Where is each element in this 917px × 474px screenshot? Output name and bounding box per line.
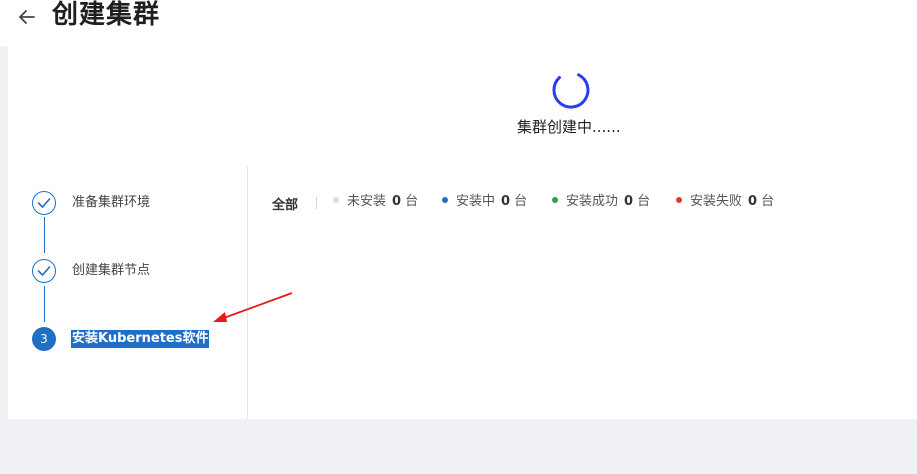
filter-count: 0 xyxy=(624,194,634,209)
install-status-filter-bar: 全部 未安装 0 台 安装中 0 台 安装成功 0 台 安装失败 0 台 xyxy=(272,192,892,214)
step-label: 安装Kubernetes软件 xyxy=(71,330,210,348)
filter-count: 0 xyxy=(501,194,511,209)
filter-label: 未安装 xyxy=(347,194,387,209)
arrow-left-icon xyxy=(19,10,35,24)
status-dot xyxy=(333,197,339,203)
filter-all[interactable]: 全部 xyxy=(272,194,298,213)
step-label: 创建集群节点 xyxy=(72,263,151,278)
loading-spinner-icon xyxy=(552,73,590,109)
filter-install-success[interactable]: 安装成功 0 台 xyxy=(552,192,650,212)
filter-unit: 台 xyxy=(761,194,775,209)
step-connector xyxy=(44,286,45,322)
back-button[interactable] xyxy=(14,4,40,30)
status-dot xyxy=(676,197,682,203)
step-create-nodes[interactable]: 创建集群节点 xyxy=(32,259,232,285)
filter-count: 0 xyxy=(748,194,758,209)
step-connector xyxy=(44,217,45,253)
annotation-arrow-icon xyxy=(213,292,293,322)
step-status-circle xyxy=(32,259,56,283)
step-label: 准备集群环境 xyxy=(72,195,151,210)
filter-label: 安装成功 xyxy=(566,194,619,209)
step-install-kubernetes[interactable]: 3 安装Kubernetes软件 xyxy=(32,327,232,353)
step-number-circle: 3 xyxy=(32,327,56,351)
filter-count: 0 xyxy=(392,194,402,209)
filter-separator xyxy=(316,197,317,209)
creation-status-text: 集群创建中...... xyxy=(517,118,621,136)
check-icon xyxy=(37,198,51,208)
step-status-circle xyxy=(32,191,56,215)
page-title: 创建集群 xyxy=(52,0,161,30)
step-prepare-environment[interactable]: 准备集群环境 xyxy=(32,191,232,217)
check-icon xyxy=(37,266,51,276)
filter-unit: 台 xyxy=(405,194,419,209)
filter-label: 安装失败 xyxy=(690,194,743,209)
filter-not-installed[interactable]: 未安装 0 台 xyxy=(333,192,418,212)
filter-installing[interactable]: 安装中 0 台 xyxy=(442,192,527,212)
filter-label: 安装中 xyxy=(456,194,496,209)
status-dot xyxy=(442,197,448,203)
filter-unit: 台 xyxy=(637,194,651,209)
main-card xyxy=(8,46,917,419)
filter-unit: 台 xyxy=(514,194,528,209)
status-dot xyxy=(552,197,558,203)
filter-install-failed[interactable]: 安装失败 0 台 xyxy=(676,192,774,212)
top-bar: 创建集群 xyxy=(0,0,917,46)
